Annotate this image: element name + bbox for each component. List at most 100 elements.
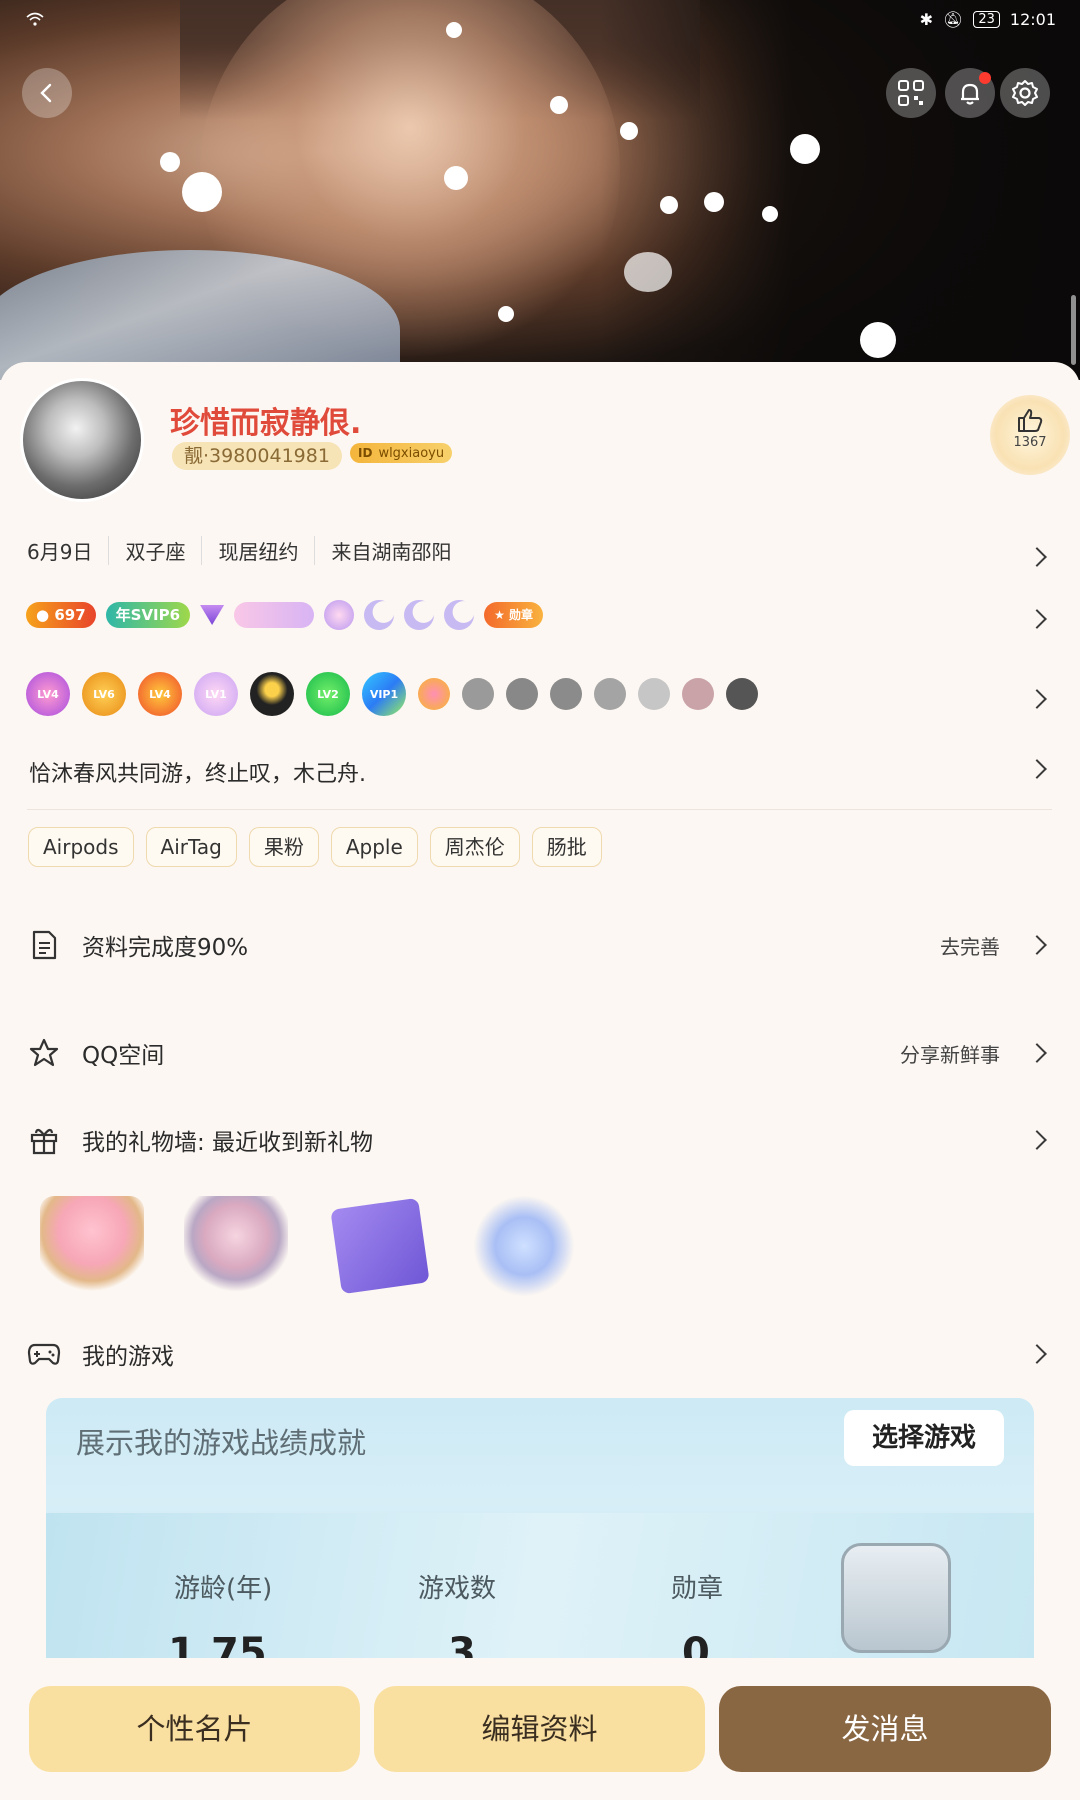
snowflake [620, 122, 638, 140]
residence: 现居纽约 [201, 536, 314, 565]
qq-number-badge[interactable]: 靓·3980041981 [172, 442, 342, 470]
tag-list: Airpods AirTag 果粉 Apple 周杰伦 肠批 [28, 827, 602, 867]
cover-shade [600, 0, 1080, 380]
tag[interactable]: 周杰伦 [429, 827, 520, 867]
flower-basket-gift[interactable] [40, 1196, 144, 1296]
medal-label: 勋章 [509, 608, 534, 622]
qzone-action[interactable]: 分享新鲜事 [900, 1039, 1000, 1068]
purple-book-gift[interactable] [330, 1197, 430, 1295]
profile-completion-row[interactable]: 资料完成度90% 去完善 [26, 920, 1056, 970]
blue-star-gift[interactable] [472, 1196, 576, 1296]
tag[interactable]: Airpods [28, 827, 134, 867]
diamond-grey-icon [594, 678, 626, 710]
stat-label-medals: 勋章 [671, 1574, 724, 1604]
completion-label: 资料完成度90% [82, 935, 249, 961]
snowflake [624, 252, 672, 292]
notification-dot [979, 72, 991, 84]
settings-button[interactable] [1000, 68, 1050, 118]
game-achievements-card: 展示我的游戏战绩成就 选择游戏 游龄(年) 游戏数 勋章 1.75 3 0 [46, 1398, 1034, 1658]
star-flower-icon [324, 600, 355, 630]
status-bar: ✱ 🔕︎ 23 12:01 [920, 10, 1056, 29]
back-button[interactable] [22, 68, 72, 118]
pink-diamond-icon [682, 678, 714, 710]
sun-icon: ● [36, 606, 50, 624]
grey-penguin-icon [506, 678, 538, 710]
stat-label-years: 游龄(年) [174, 1574, 273, 1604]
hometown: 来自湖南邵阳 [314, 536, 467, 565]
tag[interactable]: Apple [330, 827, 418, 867]
snowflake [446, 22, 462, 38]
snowflake [550, 96, 568, 114]
profile-card-button[interactable]: 个性名片 [29, 1686, 360, 1772]
like-button[interactable]: 1367 [990, 395, 1070, 475]
heart-lv1-icon: LV1 [194, 672, 238, 716]
moon-icon [364, 600, 395, 630]
qzone-row[interactable]: QQ空间 分享新鲜事 [26, 1028, 1056, 1078]
qr-code-icon [898, 80, 924, 106]
wifi-icon [26, 12, 44, 26]
qr-code-button[interactable] [886, 68, 936, 118]
tag[interactable]: 果粉 [248, 827, 319, 867]
moon-icon [404, 600, 435, 630]
id-label: ID [358, 446, 373, 460]
snowflake [444, 166, 468, 190]
penguin-robot-icon [841, 1543, 951, 1653]
thumbs-up-icon [1018, 409, 1043, 432]
snowflake [790, 134, 820, 164]
crown-penguin-icon [550, 678, 582, 710]
stat-value-games: 3 [448, 1630, 476, 1658]
scrollbar[interactable] [1071, 295, 1076, 365]
chevron-left-icon [40, 83, 52, 103]
mute-bell-icon: 🔕︎ [943, 10, 964, 29]
gift-icon [26, 1122, 62, 1158]
gold-heart-icon [418, 678, 450, 710]
snowflake [704, 192, 724, 212]
star-outline-icon [26, 1035, 62, 1071]
badge-row-primary[interactable]: ● 697 年SVIP6 ★ 勋章 [26, 600, 544, 630]
green-lightning-icon: LV2 [306, 672, 350, 716]
basic-info[interactable]: 6月9日 双子座 现居纽约 来自湖南邵阳 [27, 536, 467, 565]
bluetooth-icon: ✱ [919, 10, 934, 29]
snowflake [498, 306, 514, 322]
lightning-lv4-icon: LV4 [138, 672, 182, 716]
heart-lv4-icon: LV4 [26, 672, 70, 716]
tag[interactable]: 肠批 [531, 827, 602, 867]
gamepad-icon [26, 1336, 62, 1372]
wings-badge-icon [234, 602, 315, 628]
bouquet-gift[interactable] [184, 1196, 288, 1296]
signature[interactable]: 恰沐春风共同游，终止叹，木己舟. [29, 756, 366, 788]
star-icon: ★ [494, 608, 505, 622]
id-badge[interactable]: ID wlgxiaoyu [350, 443, 453, 463]
choose-game-button[interactable]: 选择游戏 [844, 1410, 1004, 1466]
completion-action[interactable]: 去完善 [940, 931, 1000, 960]
moon-icon [444, 600, 475, 630]
my-games-row[interactable]: 我的游戏 [26, 1329, 1056, 1379]
gear-icon [1012, 80, 1038, 106]
notification-button[interactable] [945, 68, 995, 118]
cover-photo[interactable] [0, 0, 1080, 380]
like-count: 1367 [1013, 435, 1047, 450]
zodiac: 双子座 [108, 536, 201, 565]
svip-badge: 年SVIP6 [105, 602, 191, 628]
clock: 12:01 [1009, 10, 1056, 29]
edit-profile-button[interactable]: 编辑资料 [374, 1686, 705, 1772]
level-value: 697 [54, 606, 86, 624]
stat-label-games: 游戏数 [418, 1574, 497, 1604]
gift-wall-row[interactable]: 我的礼物墙: 最近收到新礼物 [26, 1115, 1056, 1165]
snowflake [860, 322, 896, 358]
my-games-label: 我的游戏 [82, 1344, 174, 1370]
send-message-button[interactable]: 发消息 [719, 1686, 1051, 1772]
penguin-lv6-icon: LV6 [82, 672, 126, 716]
qzone-label: QQ空间 [82, 1043, 165, 1069]
divider [27, 809, 1052, 810]
level-badge: ● 697 [26, 602, 96, 628]
birthday: 6月9日 [27, 540, 93, 564]
snowflake [762, 206, 778, 222]
video-vip-icon: VIP1 [362, 672, 406, 716]
document-icon [26, 927, 62, 963]
penguin-black-icon [250, 672, 294, 716]
tag[interactable]: AirTag [145, 827, 237, 867]
cloud-icon [638, 678, 670, 710]
avatar[interactable] [20, 378, 144, 502]
badge-row-secondary[interactable]: LV4 LV6 LV4 LV1 LV2 VIP1 [26, 672, 758, 716]
